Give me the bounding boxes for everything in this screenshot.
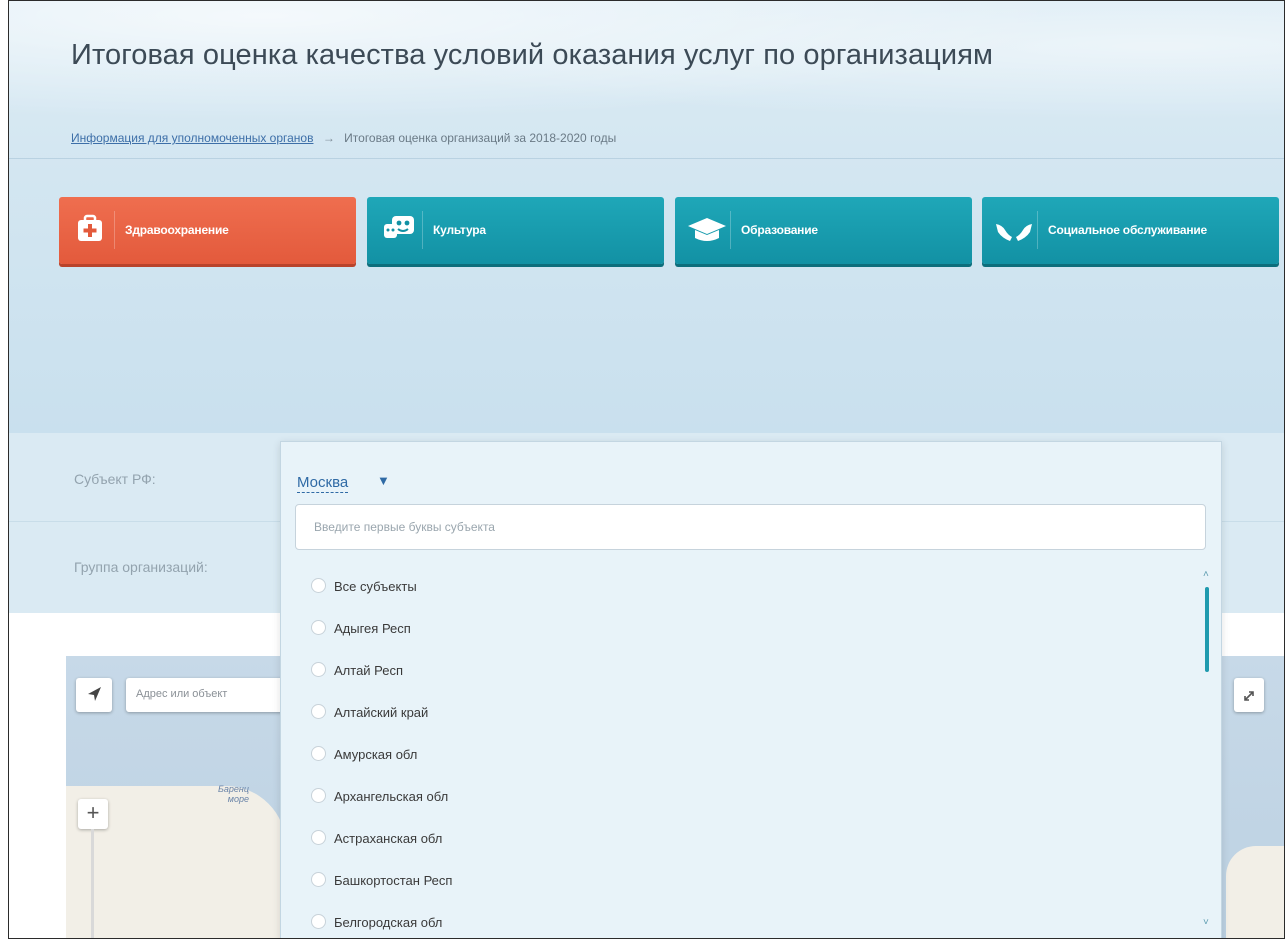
- radio-button[interactable]: [311, 704, 326, 719]
- radio-button[interactable]: [311, 662, 326, 677]
- list-item[interactable]: Белгородская обл: [281, 902, 1201, 938]
- graduation-cap-icon: [685, 211, 731, 249]
- breadcrumb-link[interactable]: Информация для уполномоченных органов: [71, 131, 313, 145]
- dropdown-scrollbar[interactable]: ˄ ˅: [1201, 569, 1213, 938]
- scroll-up-icon[interactable]: ˄: [1203, 569, 1209, 580]
- list-item[interactable]: Амурская обл: [281, 734, 1201, 776]
- tab-healthcare[interactable]: Здравоохранение: [59, 197, 356, 264]
- tab-education-label: Образование: [741, 223, 818, 237]
- radio-button[interactable]: [311, 746, 326, 761]
- group-filter-label: Группа организаций:: [74, 559, 208, 575]
- list-item-label: Белгородская обл: [334, 915, 443, 930]
- list-item[interactable]: Башкортостан Респ: [281, 860, 1201, 902]
- tab-culture-label: Культура: [433, 223, 486, 237]
- zoom-slider[interactable]: [91, 829, 94, 938]
- hero-section: Итоговая оценка качества условий оказани…: [9, 1, 1284, 433]
- list-item[interactable]: Все субъекты: [281, 566, 1201, 608]
- radio-button[interactable]: [311, 830, 326, 845]
- tab-healthcare-label: Здравоохранение: [125, 223, 229, 237]
- selected-subject[interactable]: Москва: [297, 474, 349, 493]
- first-aid-icon: [69, 211, 115, 249]
- list-item-label: Архангельская обл: [334, 789, 449, 804]
- subject-filter-label: Субъект РФ:: [74, 471, 156, 487]
- list-item[interactable]: Астраханская обл: [281, 818, 1201, 860]
- radio-button[interactable]: [311, 578, 326, 593]
- list-item[interactable]: Архангельская обл: [281, 776, 1201, 818]
- list-item-label: Алтайский край: [334, 705, 429, 720]
- radio-button[interactable]: [311, 620, 326, 635]
- fullscreen-button[interactable]: [1234, 678, 1264, 712]
- barents-sea-label: Баренц море: [218, 784, 249, 804]
- page-frame: Итоговая оценка качества условий оказани…: [8, 0, 1285, 939]
- theater-icon: [377, 211, 423, 249]
- expand-icon: [1234, 691, 1264, 716]
- radio-button[interactable]: [311, 914, 326, 929]
- tab-education[interactable]: Образование: [675, 197, 972, 264]
- subject-dropdown: Москва ▼ Все субъекты Адыгея Респ Алтай …: [280, 441, 1222, 938]
- scroll-down-icon[interactable]: ˅: [1203, 917, 1209, 928]
- list-item-label: Адыгея Респ: [334, 621, 411, 636]
- list-item-label: Астраханская обл: [334, 831, 443, 846]
- hero-divider: [9, 158, 1284, 159]
- tab-social-service-label: Социальное обслуживание: [1048, 223, 1208, 237]
- category-tabs: Здравоохранение Культура Образование Соц…: [59, 197, 1284, 267]
- map-land-east: [1226, 846, 1284, 938]
- subject-search-input[interactable]: [295, 504, 1206, 550]
- radio-button[interactable]: [311, 872, 326, 887]
- list-item[interactable]: Алтай Респ: [281, 650, 1201, 692]
- tab-social-service[interactable]: Социальное обслуживание: [982, 197, 1279, 264]
- page-title: Итоговая оценка качества условий оказани…: [71, 39, 994, 71]
- dropdown-arrow-icon[interactable]: ▼: [377, 473, 390, 488]
- scroll-thumb[interactable]: [1205, 587, 1209, 672]
- breadcrumb-current: Итоговая оценка организаций за 2018-2020…: [344, 131, 617, 145]
- sea-label-line1: Баренц: [218, 784, 249, 794]
- tab-culture[interactable]: Культура: [367, 197, 664, 264]
- list-item-label: Алтай Респ: [334, 663, 404, 678]
- list-item[interactable]: Адыгея Респ: [281, 608, 1201, 650]
- hands-icon: [992, 211, 1038, 249]
- geolocation-button[interactable]: [76, 678, 112, 712]
- list-item[interactable]: Алтайский край: [281, 692, 1201, 734]
- radio-button[interactable]: [311, 788, 326, 803]
- map-search-input[interactable]: Адрес или объект: [126, 678, 286, 712]
- subject-list: Все субъекты Адыгея Респ Алтай Респ Алта…: [281, 566, 1201, 938]
- list-item-label: Башкортостан Респ: [334, 873, 453, 888]
- sea-label-line2: море: [227, 794, 249, 804]
- zoom-in-button[interactable]: +: [78, 799, 108, 829]
- location-arrow-icon: [76, 687, 112, 716]
- list-item-label: Все субъекты: [334, 579, 417, 594]
- breadcrumb: Информация для уполномоченных органов → …: [71, 131, 616, 145]
- breadcrumb-arrow: →: [322, 131, 335, 145]
- list-item-label: Амурская обл: [334, 747, 418, 762]
